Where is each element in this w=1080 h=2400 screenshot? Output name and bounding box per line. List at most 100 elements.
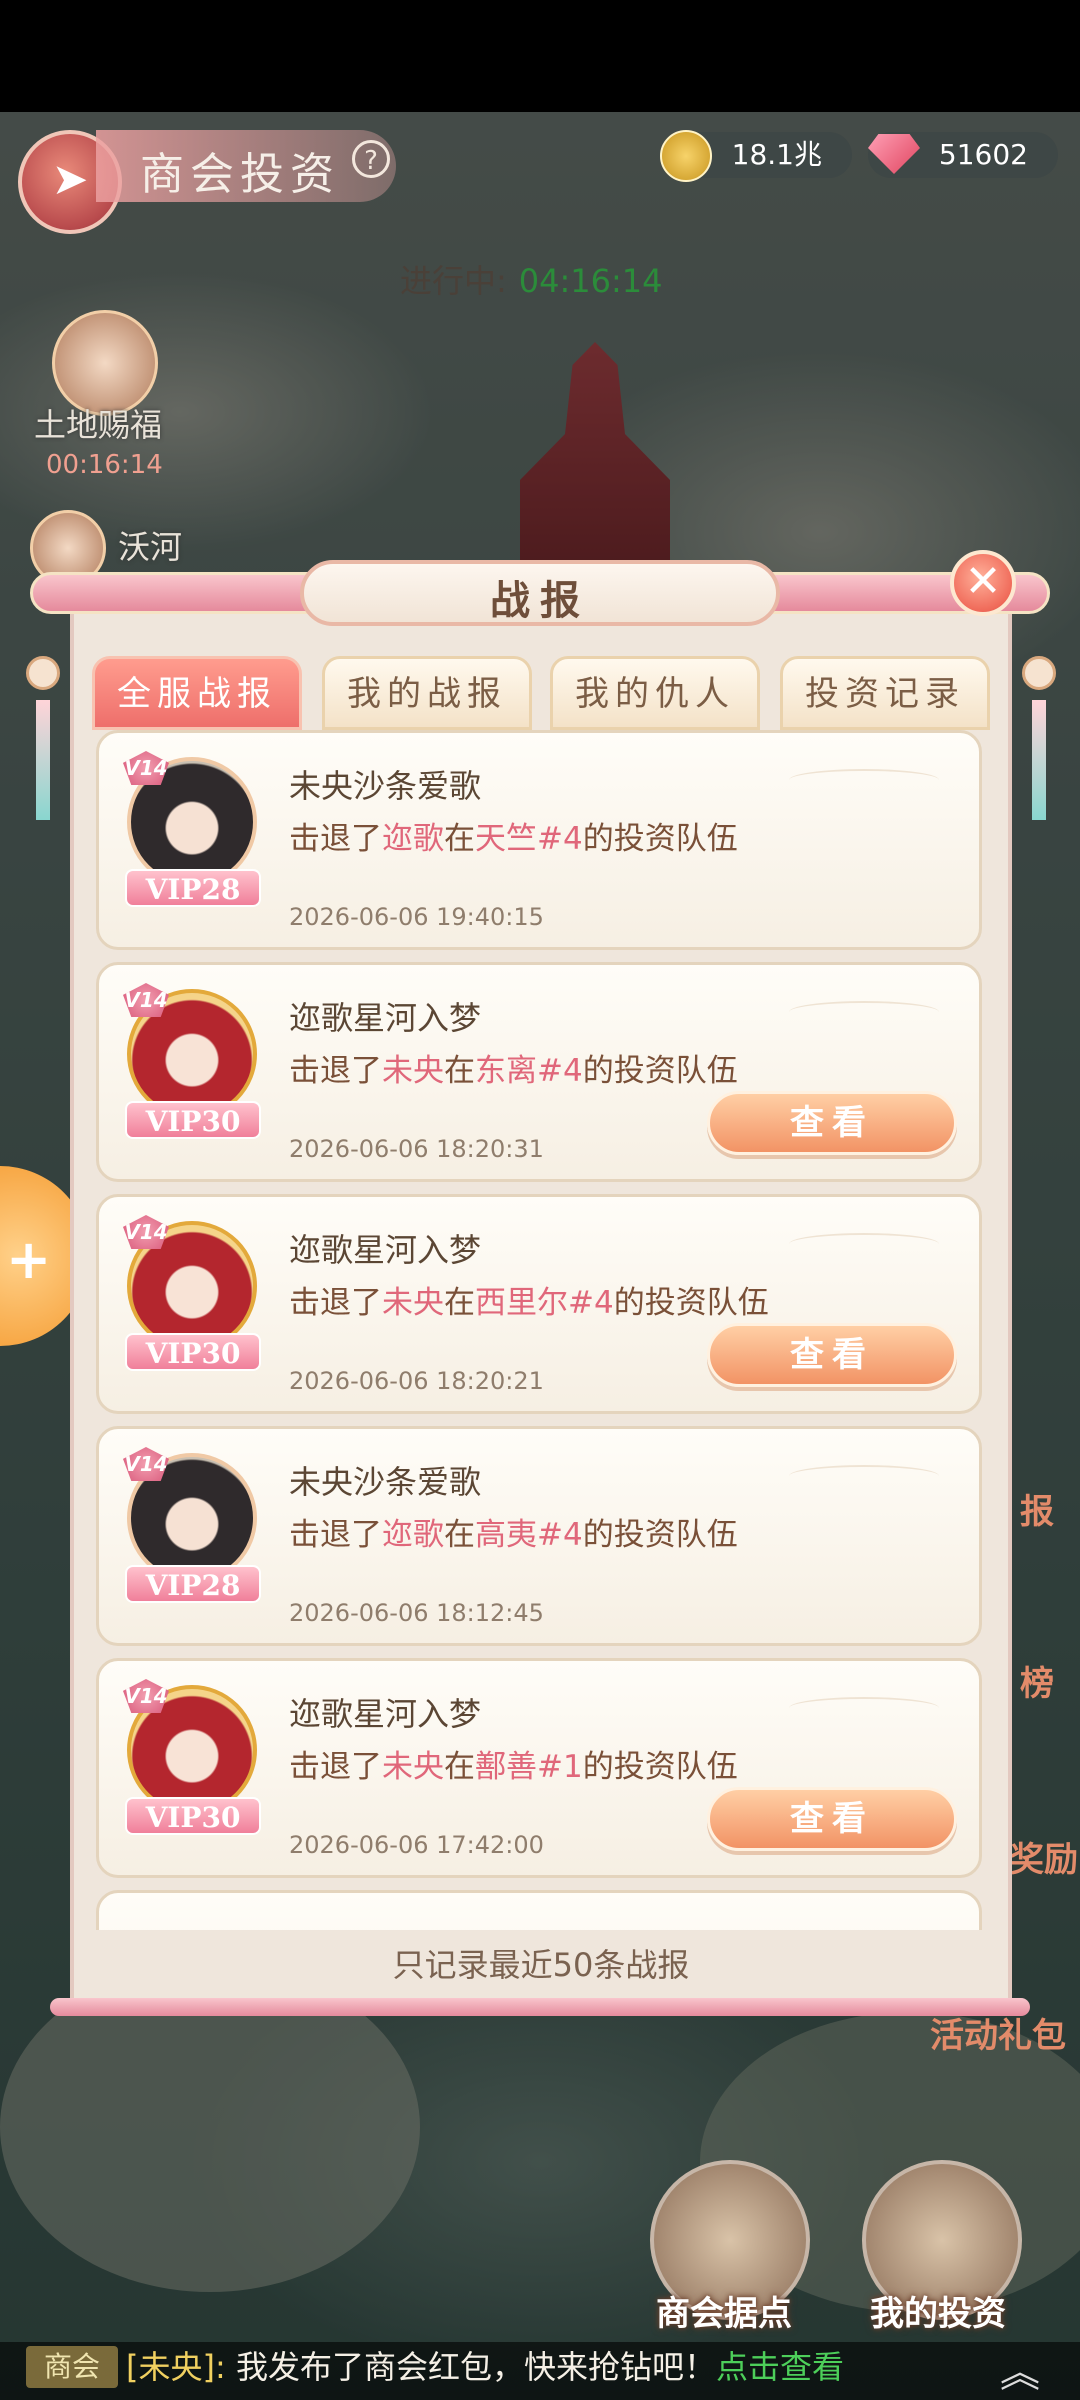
diamond-value: 51602: [938, 138, 1028, 171]
connector-text: 在: [444, 1053, 475, 1089]
countdown-value: 04:16:14: [518, 262, 663, 300]
player-avatar-frame[interactable]: V14 VIP30: [117, 1679, 267, 1839]
v-level-badge: V14: [123, 751, 169, 785]
left-tassel: [36, 700, 50, 820]
suffix-text: 的投资队伍: [582, 821, 738, 857]
tab-my-reports[interactable]: 我的战报: [322, 656, 532, 730]
player-avatar-frame[interactable]: V14 VIP30: [117, 1215, 267, 1375]
chat-sender: [未央]:: [126, 2348, 226, 2386]
right-icon-report[interactable]: 报: [1020, 1484, 1054, 1533]
report-timestamp: 2026-06-06 18:12:45: [289, 1599, 544, 1627]
land-blessing-label: 土地赐福: [34, 406, 163, 444]
right-knob-icon: [1022, 656, 1056, 690]
player-name: 迩歌星河入梦: [289, 1231, 482, 1269]
chat-expand-icon[interactable]: ︽: [990, 2340, 1050, 2396]
connector-text: 在: [444, 1517, 475, 1553]
report-card: V14 VIP30 迩歌星河入梦 击退了未央在西里尔#4的投资队伍 2026-06-06…: [96, 1194, 982, 1414]
player-name: 未央沙条爱歌: [289, 767, 482, 805]
chat-channel-tag: 商会: [26, 2346, 118, 2388]
status-timer: 进行中: 04:16:14: [400, 256, 663, 302]
cloud-decoration: [789, 1465, 939, 1487]
connector-text: 在: [444, 1749, 475, 1785]
suffix-text: 的投资队伍: [582, 1749, 738, 1785]
location-name: 鄯善#1: [475, 1749, 583, 1785]
connector-text: 在: [444, 821, 475, 857]
my-investment-label: 我的投资: [870, 2294, 1006, 2334]
v-level-badge: V14: [123, 1447, 169, 1481]
help-button[interactable]: ?: [352, 140, 390, 178]
close-icon: ✕: [964, 556, 1002, 607]
player-avatar-frame[interactable]: V14 VIP28: [117, 1447, 267, 1607]
suffix-text: 的投资队伍: [582, 1517, 738, 1553]
action-text: 击退了: [289, 821, 382, 857]
view-button[interactable]: 查看: [707, 1787, 957, 1851]
target-name: 迩歌: [382, 821, 444, 857]
right-icon-rank[interactable]: 榜: [1020, 1656, 1054, 1705]
player-avatar-frame[interactable]: V14 VIP30: [117, 983, 267, 1143]
target-name: 未央: [382, 1285, 444, 1321]
target-name: 迩歌: [382, 1517, 444, 1553]
cloud-decoration: [789, 1233, 939, 1255]
secondary-label: 沃河: [118, 528, 183, 566]
cloud-decoration: [789, 1001, 939, 1023]
report-card: V14 VIP30 迩歌星河入梦 击退了未央在鄯善#1的投资队伍 2026-06-06 …: [96, 1658, 982, 1878]
v-level-badge: V14: [123, 1215, 169, 1249]
footer-note: 只记录最近50条战报: [392, 1946, 690, 1984]
page-title: 商会投资: [140, 149, 340, 200]
left-knob-icon: [26, 656, 60, 690]
connector-text: 在: [444, 1285, 475, 1321]
action-text: 击退了: [289, 1749, 382, 1785]
player-name: 迩歌星河入梦: [289, 1695, 482, 1733]
location-name: 西里尔#4: [475, 1285, 614, 1321]
location-name: 东离#4: [475, 1053, 583, 1089]
suffix-text: 的投资队伍: [613, 1285, 769, 1321]
report-card-partial: [96, 1890, 982, 1930]
view-button[interactable]: 查看: [707, 1091, 957, 1155]
target-name: 未央: [382, 1749, 444, 1785]
cloud-decoration: [789, 1697, 939, 1719]
gold-coin-icon: [660, 130, 712, 182]
location-name: 天竺#4: [475, 821, 583, 857]
vip-badge: VIP28: [125, 1565, 261, 1603]
report-timestamp: 2026-06-06 19:40:15: [289, 903, 544, 931]
report-card: V14 VIP28 未央沙条爱歌 击退了迩歌在天竺#4的投资队伍 2026-06-06 …: [96, 730, 982, 950]
vip-badge: VIP28: [125, 869, 261, 907]
report-list[interactable]: V14 VIP28 未央沙条爱歌 击退了迩歌在天竺#4的投资队伍 2026-06-06 …: [96, 730, 986, 1930]
close-button[interactable]: ✕: [950, 550, 1016, 616]
report-card: V14 VIP28 未央沙条爱歌击退了迩歌在高夷#4的投资队伍 2026-06-06 …: [96, 1426, 982, 1646]
chat-content: 我发布了商会红包，快来抢钻吧！: [225, 2348, 716, 2386]
player-name: 未央沙条爱歌: [289, 1463, 482, 1501]
target-name: 未央: [382, 1053, 444, 1089]
v-level-badge: V14: [123, 1679, 169, 1713]
tab-my-enemies[interactable]: 我的仇人: [550, 656, 760, 730]
chat-message[interactable]: [未央]: 我发布了商会红包，快来抢钻吧！点击查看: [126, 2346, 844, 2388]
vip-badge: VIP30: [125, 1797, 261, 1835]
back-arrow-icon: ➤: [51, 154, 89, 205]
gold-value: 18.1兆: [731, 138, 822, 171]
right-tassel: [1032, 700, 1046, 820]
modal-title: 战报: [490, 578, 590, 624]
status-label: 进行中:: [400, 262, 507, 300]
modal-footer-bar: [50, 1998, 1030, 2016]
report-timestamp: 2026-06-06 18:20:21: [289, 1367, 544, 1395]
cloud-decoration: [789, 769, 939, 791]
report-description: 击退了迩歌在高夷#4的投资队伍: [289, 1509, 738, 1554]
player-name: 迩歌星河入梦: [289, 999, 482, 1037]
report-card: V14 VIP30 迩歌星河入梦击退了未央在东离#4的投资队伍 2026-06-06 …: [96, 962, 982, 1182]
guild-base-label: 商会据点: [656, 2294, 792, 2334]
report-description: 击退了未央在东离#4的投资队伍: [289, 1045, 738, 1090]
land-blessing-timer: 00:16:14: [46, 450, 163, 480]
action-text: 击退了: [289, 1053, 382, 1089]
tab-investment-records[interactable]: 投资记录: [780, 656, 990, 730]
action-text: 击退了: [289, 1285, 382, 1321]
player-avatar-frame[interactable]: V14 VIP28: [117, 751, 267, 911]
view-button[interactable]: 查看: [707, 1323, 957, 1387]
chat-link[interactable]: 点击查看: [716, 2348, 844, 2386]
plus-icon: +: [6, 1228, 52, 1291]
vip-badge: VIP30: [125, 1333, 261, 1371]
report-description: 击退了未央在西里尔#4的投资队伍: [289, 1277, 769, 1322]
vip-badge: VIP30: [125, 1101, 261, 1139]
tab-all-server-reports[interactable]: 全服战报: [92, 656, 302, 730]
right-icon-reward[interactable]: 奖励: [1010, 1832, 1078, 1881]
report-timestamp: 2026-06-06 18:20:31: [289, 1135, 544, 1163]
